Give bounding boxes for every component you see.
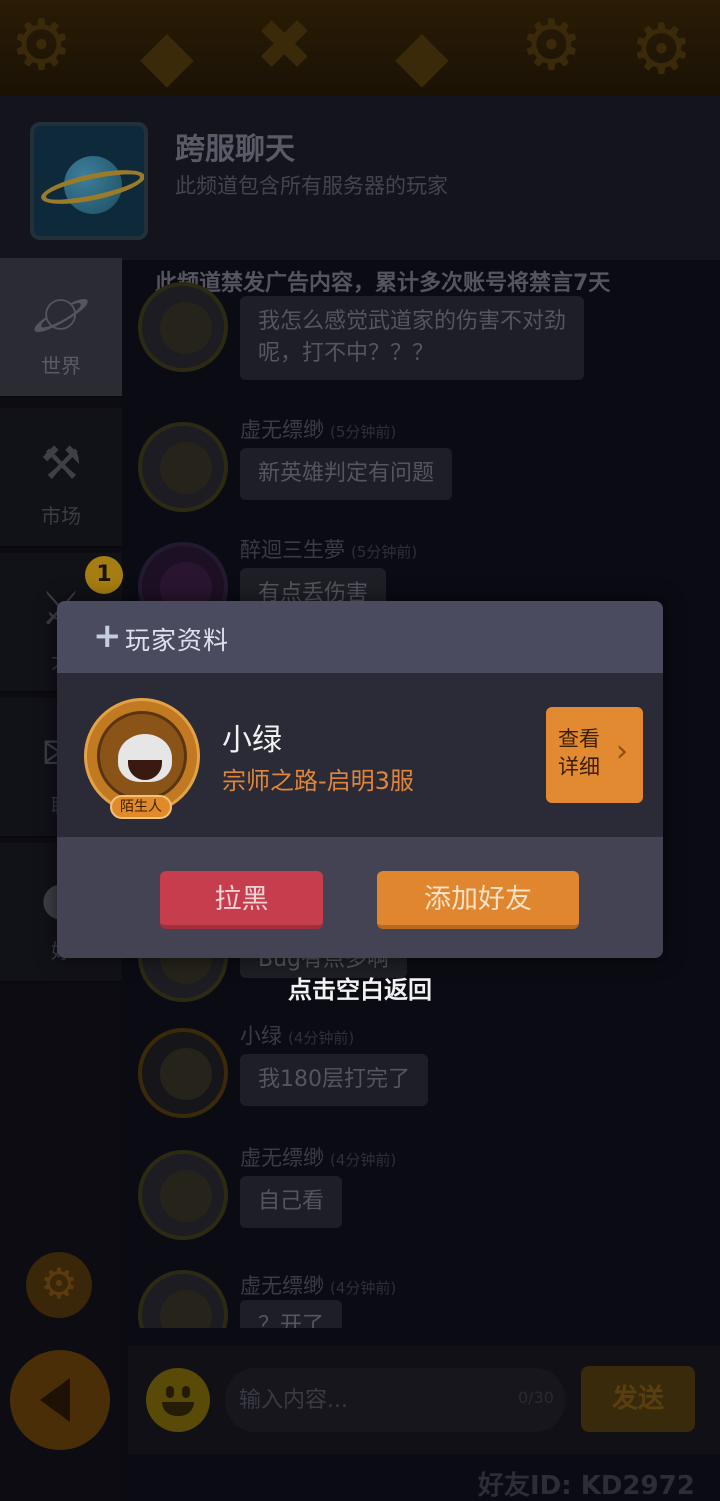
avatar[interactable]	[138, 282, 228, 372]
message-time: (5分钟前)	[330, 423, 397, 441]
player-name: 小绿	[222, 723, 282, 758]
chat-input[interactable]	[225, 1368, 565, 1432]
gavel-icon: ⚒	[40, 436, 82, 490]
modal-header: + 玩家资料	[57, 601, 663, 673]
sidebar-item-label: 市场	[41, 504, 81, 528]
view-details-label: 查看 详细	[558, 727, 600, 779]
channel-planet-icon	[30, 122, 148, 240]
add-friend-button[interactable]: 添加好友	[377, 871, 579, 929]
sidebar-item-world[interactable]: 🪐︎ 世界	[0, 258, 122, 398]
message-time: (4分钟前)	[330, 1279, 397, 1297]
chevron-right-icon: ›	[616, 734, 628, 769]
settings-gear-button[interactable]: ⚙	[26, 1252, 92, 1318]
message-time: (5分钟前)	[351, 543, 418, 561]
send-button[interactable]: 发送	[581, 1366, 695, 1432]
sender-name[interactable]: 小绿 (4分钟前)	[240, 1020, 354, 1050]
gem-icon: ◆	[395, 14, 449, 96]
avatar[interactable]	[138, 1028, 228, 1118]
back-button[interactable]	[10, 1350, 110, 1450]
avatar[interactable]	[138, 422, 228, 512]
channel-subtitle: 此频道包含所有服务器的玩家	[175, 174, 448, 198]
cannon-icon: ⚙	[10, 4, 73, 86]
sender-name[interactable]: 虚无缥缈 (4分钟前)	[240, 1142, 396, 1172]
notification-badge: 1	[85, 556, 123, 594]
sidebar-item-market[interactable]: ⚒ 市场	[0, 408, 122, 548]
view-details-button[interactable]: 查看 详细 ›	[546, 707, 643, 803]
avatar[interactable]	[138, 1150, 228, 1240]
sender-name[interactable]: 虚无缥缈 (4分钟前)	[240, 1270, 396, 1300]
avatar[interactable]	[138, 1270, 228, 1328]
emoji-button[interactable]	[146, 1368, 210, 1432]
player-server: 宗师之路-启明3服	[222, 767, 414, 795]
sender-name[interactable]: 醉迴三生夢 (5分钟前)	[240, 534, 417, 564]
sidebar-item-label: 世界	[41, 354, 81, 378]
block-button[interactable]: 拉黑	[160, 871, 323, 929]
gear-icon: ⚙	[630, 8, 693, 90]
tools-icon: ✖	[255, 4, 314, 86]
planet-icon: 🪐︎	[31, 286, 91, 340]
message-bubble: ？开了	[240, 1300, 343, 1328]
channel-title: 跨服聊天	[175, 132, 295, 167]
friend-id-label: 好友ID: KD2972	[478, 1471, 695, 1501]
back-arrow-icon	[40, 1378, 70, 1422]
message-time: (4分钟前)	[288, 1029, 355, 1047]
char-counter: 0/30	[518, 1388, 554, 1407]
chat-message: 虚无缥缈 (4分钟前) ？开了	[138, 1270, 698, 1328]
gear-icon: ⚙	[520, 4, 583, 86]
top-decoration-bar: ⚙ ◆ ✖ ◆ ⚙ ⚙	[0, 0, 720, 96]
channel-notice: 此频道禁发广告内容，累计多次账号将禁言7天	[155, 271, 611, 296]
plus-icon: +	[93, 616, 122, 656]
message-time: (4分钟前)	[330, 1151, 397, 1169]
message-bubble: 自己看	[240, 1176, 343, 1228]
tap-blank-to-return-hint[interactable]: 点击空白返回	[0, 970, 720, 1005]
modal-title: 玩家资料	[125, 626, 230, 655]
player-profile-modal: + 玩家资料 陌生人 小绿 宗师之路-启明3服 查看 详细 › 拉黑 添加好友	[57, 601, 663, 958]
message-bubble: 我180层打完了	[240, 1054, 428, 1106]
sender-name[interactable]: 虚无缥缈 (5分钟前)	[240, 414, 396, 444]
message-bubble: 新英雄判定有问题	[240, 448, 453, 500]
gem-icon: ◆	[140, 14, 194, 96]
message-bubble: 我怎么感觉武道家的伤害不对劲 呢，打不中？？？	[240, 296, 585, 380]
stranger-tag: 陌生人	[110, 795, 172, 819]
